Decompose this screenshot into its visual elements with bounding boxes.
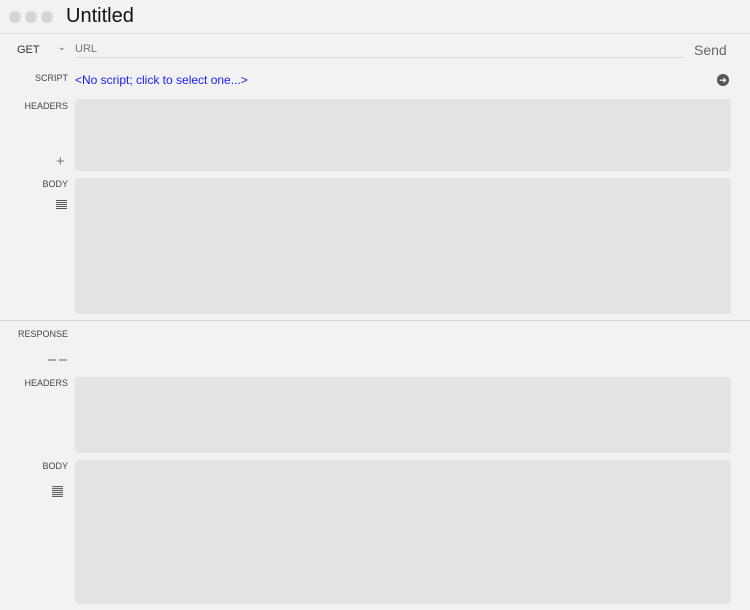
request-body-label: BODY	[42, 179, 68, 189]
chevron-down-icon[interactable]: ⌄	[58, 42, 66, 53]
window-title: Untitled	[66, 5, 134, 27]
zoom-button[interactable]	[41, 11, 53, 23]
script-label: SCRIPT	[34, 73, 68, 83]
request-headers-label: HEADERS	[24, 101, 68, 111]
split-divider[interactable]	[0, 320, 750, 321]
plus-icon[interactable]: +	[56, 153, 65, 170]
request-headers-area[interactable]	[75, 99, 731, 171]
response-headers-label: HEADERS	[24, 378, 68, 388]
response-headers-area	[75, 377, 731, 453]
method-select[interactable]: GET	[17, 44, 40, 56]
minimize-button[interactable]	[25, 11, 37, 23]
request-body-area[interactable]	[75, 178, 731, 314]
body-format-icon[interactable]	[56, 200, 67, 210]
script-selector[interactable]: <No script; click to select one...>	[75, 73, 248, 87]
close-button[interactable]	[9, 11, 21, 23]
response-label: RESPONSE	[17, 329, 68, 339]
url-input[interactable]	[75, 41, 685, 58]
status-placeholder-icon	[48, 359, 68, 361]
response-body-label: BODY	[42, 461, 68, 471]
body-format-icon[interactable]	[52, 486, 63, 497]
response-body-area	[75, 460, 731, 604]
arrow-right-icon[interactable]: ➜	[717, 74, 729, 86]
send-button[interactable]: Send	[694, 42, 727, 58]
divider	[0, 33, 750, 34]
